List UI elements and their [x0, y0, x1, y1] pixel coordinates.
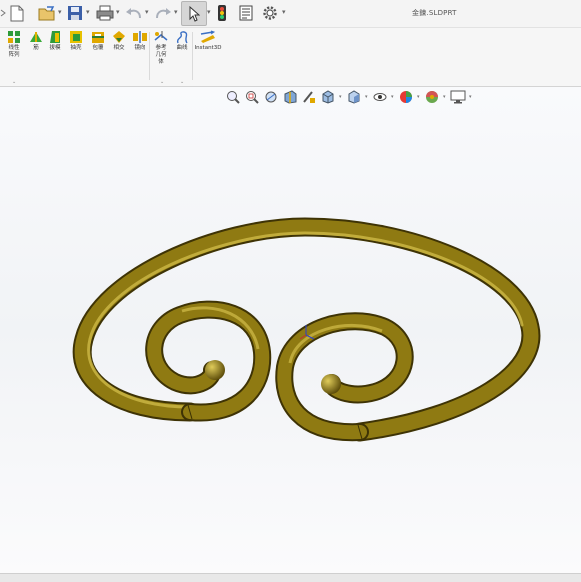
reference-geometry-button[interactable]: 参考 几何 体: [153, 30, 169, 66]
tool-label: 抽壳: [70, 45, 82, 51]
select-arrow-icon[interactable]: [181, 1, 207, 26]
group-expand-icon[interactable]: ⌄: [180, 79, 184, 85]
shell-button[interactable]: 抽壳: [68, 30, 84, 52]
undo-dropdown-icon[interactable]: ▾: [145, 8, 149, 16]
document-title: 金鍊.SLDPRT: [412, 9, 457, 17]
shell-icon: [70, 31, 82, 43]
tool-label: 参考: [155, 45, 167, 51]
group-expand-icon[interactable]: ⌄: [160, 79, 164, 85]
select-dropdown-icon[interactable]: ▾: [207, 8, 211, 16]
file-properties-icon[interactable]: [238, 3, 254, 23]
instant3d-icon: [200, 30, 216, 43]
menu-arrow-icon[interactable]: [0, 3, 6, 23]
mirror-icon: [133, 31, 147, 43]
new-document-icon[interactable]: [9, 3, 25, 23]
tool-label: 筋: [33, 45, 39, 51]
mirror-button[interactable]: 镜向: [132, 30, 148, 52]
ribbon-separator: [149, 32, 150, 80]
tool-label: 拔模: [49, 45, 61, 51]
tool-label: 包覆: [92, 45, 104, 51]
tool-label: 几何: [155, 52, 167, 58]
print-dropdown-icon[interactable]: ▾: [116, 8, 120, 16]
draft-icon: [50, 31, 60, 43]
draft-button[interactable]: 拔模: [48, 30, 62, 52]
wrap-button[interactable]: 包覆: [90, 30, 106, 52]
save-dropdown-icon[interactable]: ▾: [86, 8, 90, 16]
undo-icon[interactable]: [125, 3, 143, 23]
command-manager-ribbon: 线性 阵列 筋 拔模 抽壳 包覆 相交 镜向 参考 几何 体 曲线 Instan…: [0, 28, 581, 87]
open-icon[interactable]: [37, 3, 57, 23]
tool-label: 阵列: [8, 52, 20, 58]
rib-icon: [30, 32, 42, 42]
wrap-icon: [92, 32, 104, 43]
curves-button[interactable]: 曲线: [174, 30, 190, 52]
tool-label: 曲线: [176, 45, 188, 51]
tool-label: Instant3D: [194, 45, 222, 51]
redo-dropdown-icon[interactable]: ▾: [174, 8, 178, 16]
options-dropdown-icon[interactable]: ▾: [282, 8, 286, 16]
save-icon[interactable]: [66, 3, 84, 23]
instant3d-button[interactable]: Instant3D: [195, 30, 221, 52]
ribbon-separator: [192, 32, 193, 80]
tool-label: 镜向: [134, 45, 146, 51]
right-spiral-ball: [321, 374, 341, 394]
linear-pattern-icon: [8, 31, 20, 43]
rib-button[interactable]: 筋: [30, 30, 42, 52]
open-dropdown-icon[interactable]: ▾: [58, 8, 62, 16]
tool-label: 相交: [113, 45, 125, 51]
options-gear-icon[interactable]: [261, 3, 279, 23]
tool-label: 线性: [8, 45, 20, 51]
left-spiral-ball: [205, 360, 225, 380]
reference-geometry-icon: [154, 31, 168, 41]
rebuild-icon[interactable]: [215, 3, 229, 23]
gold-bangle-model[interactable]: [0, 87, 581, 573]
print-icon[interactable]: [96, 3, 114, 23]
title-bar: ▾ ▾ ▾ ▾ ▾ ▾ ▾ 金鍊.SLDPRT: [0, 0, 581, 28]
intersect-icon: [113, 31, 125, 43]
tool-label: 体: [158, 59, 164, 65]
linear-pattern-button[interactable]: 线性 阵列: [6, 30, 22, 59]
intersect-button[interactable]: 相交: [111, 30, 127, 52]
redo-icon[interactable]: [154, 3, 172, 23]
curves-icon: [176, 31, 188, 44]
group-expand-icon[interactable]: ⌄: [12, 79, 16, 85]
